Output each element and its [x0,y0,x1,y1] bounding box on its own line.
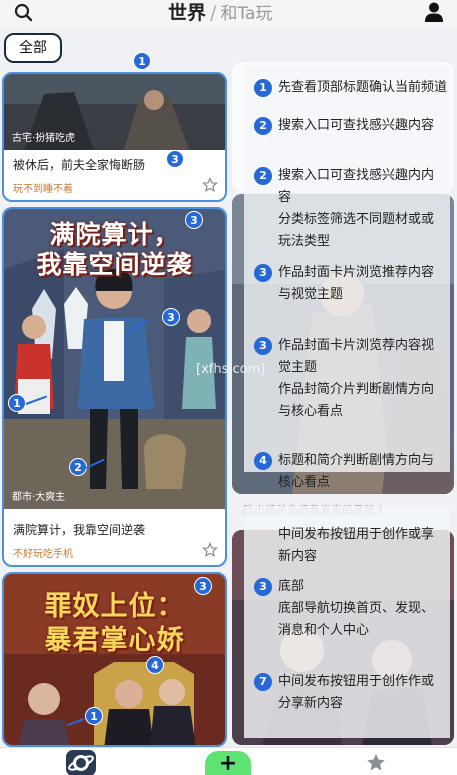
story-card[interactable]: 满院算计， 我靠空间逆袭 都市·大爽主 满院算计，我靠空间逆袭 不好玩吃手机 [2,207,227,567]
favorite-star-icon[interactable] [202,177,218,193]
create-post-button[interactable]: + [205,751,251,775]
guide-tip: 底部导航切换首页、发现、消息和个人中心 [278,601,435,638]
story-subtitle: 不好玩吃手机 [13,549,73,560]
annotation-badge: 4 [146,656,164,674]
cover-title-line2: 我靠空间逆袭 [36,250,193,279]
profile-button[interactable] [424,1,444,23]
tip-number-badge: 1 [254,79,272,97]
story-genre-tag: 古宅·扮猪吃虎 [12,133,76,144]
tip-number-badge: 7 [254,673,272,691]
guide-tip: 中间发布按钮用于创作作或分享新内容 [278,674,435,711]
story-card[interactable]: 古宅·扮猪吃虎 被休后，前夫全家悔断肠 玩不到睡不着 [2,72,227,202]
guide-tip: 标题和简介判断剧情方向与核心看点 [278,453,435,490]
story-cover: 古宅·扮猪吃虎 [4,74,225,150]
filter-chip-all[interactable]: 全部 [4,33,62,63]
favorite-star-icon[interactable] [202,542,218,558]
guide-tip: 作品封简介片判断剧情方向与核心看点 [278,382,435,419]
tip-number-badge: 2 [254,167,272,185]
tip-number-badge: 2 [254,117,272,135]
tip-number-badge: 3 [254,337,272,355]
planet-icon [68,755,94,771]
story-cover: 满院算计， 我靠空间逆袭 都市·大爽主 [4,209,225,509]
nav-messages-button[interactable] [364,752,388,774]
story-card[interactable]: 罪奴上位： 暴君掌心娇 [2,572,227,747]
guide-tip: 搜索入口可查找感兴趣内容 [278,118,435,133]
guide-tip: 搜索入口可查找感兴趣内内容 [278,168,435,205]
search-icon [14,3,33,22]
annotation-badge: 3 [185,211,203,229]
bottom-nav: + [0,747,457,775]
annotation-badge: 1 [133,52,151,70]
guide-tip: 中间发布按钮用于创作或享新内容 [278,527,435,564]
annotation-badge: 3 [166,150,184,168]
star-chat-icon [367,754,385,771]
guide-tip: 作品封面卡片浏览推荐内容与视觉主题 [278,265,435,302]
channel-play-with-ta-tab[interactable]: 和Ta玩 [220,4,272,24]
tip-number-badge: 3 [254,264,272,282]
tip-number-badge: 3 [254,578,272,596]
title-separator: / [210,2,217,24]
annotation-badge: 1 [85,707,103,725]
annotation-badge: 1 [8,394,26,412]
annotation-badge: 3 [194,577,212,595]
annotation-badge: 2 [69,458,87,476]
story-title: 满院算计，我靠空间逆袭 [13,523,146,537]
cover-title-line2: 暴君掌心娇 [44,625,185,656]
channel-world-tab[interactable]: 世界 [168,2,206,24]
tip-number-badge: 4 [254,452,272,470]
guide-overlay: 1 先查看顶部标题确认当前频道 2 搜索入口可查找感兴趣内容 2 搜索入口可查找… [244,66,450,738]
guide-tip: 先查看顶部标题确认当前频道 [278,80,448,95]
top-bar: 世界 / 和Ta玩 [0,0,457,28]
search-button[interactable] [12,3,36,23]
page-title: 世界 / 和Ta玩 [168,0,272,26]
guide-tip: 分类标签筛选不同题材或或玩法类型 [278,212,435,249]
story-cover: 罪奴上位： 暴君掌心娇 [4,574,225,745]
nav-home-button[interactable] [66,750,96,775]
story-subtitle: 玩不到睡不着 [13,184,73,195]
app-screen: 世界/和Ta玩 全部 跳出婚杀岛后我发家妈是猎人 [0,0,457,775]
guide-tip: 底部 [278,579,305,594]
user-icon [425,2,443,22]
guide-tip: 作品封面卡片浏览荐内容视觉主题 [278,338,435,375]
annotation-badge: 3 [162,308,180,326]
story-genre-tag: 都市·大爽主 [12,492,66,503]
story-title: 被休后，前夫全家悔断肠 [13,158,146,172]
